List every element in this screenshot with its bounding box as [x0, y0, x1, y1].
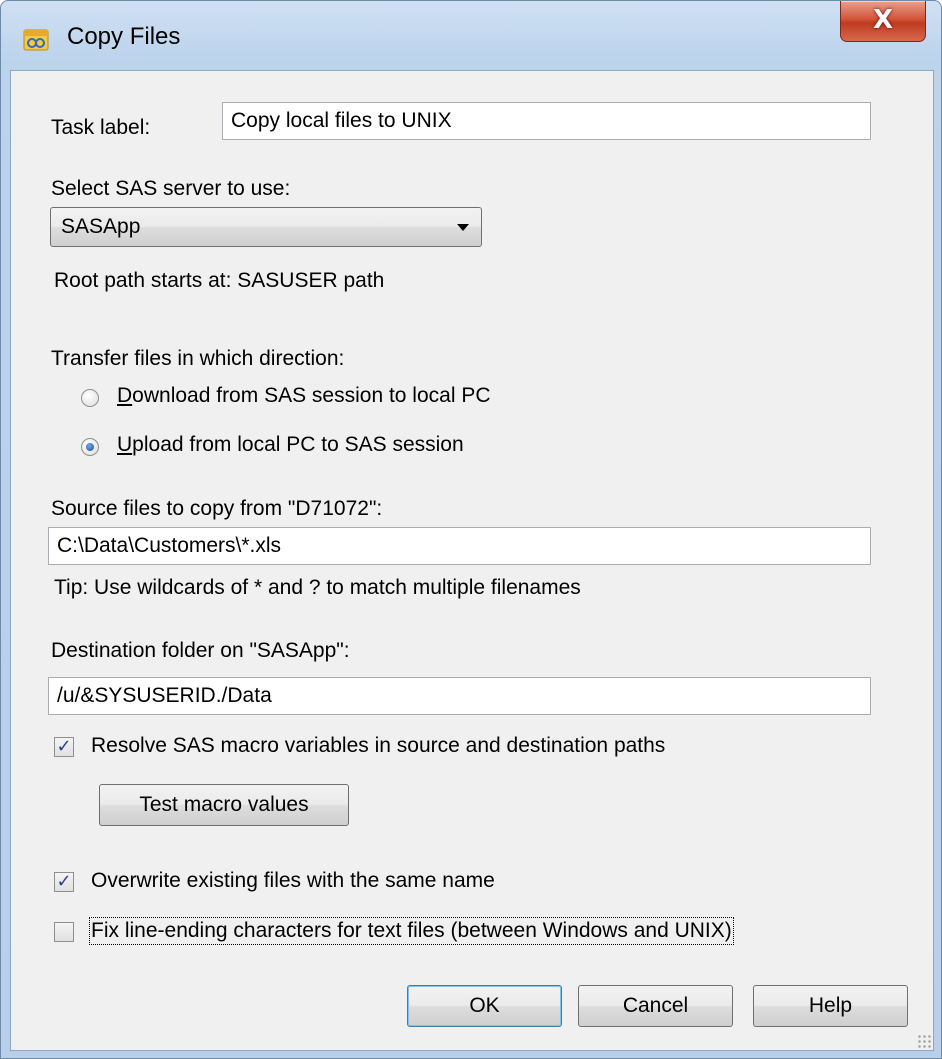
- window-title: Copy Files: [67, 23, 181, 50]
- overwrite-checkbox[interactable]: ✓: [54, 872, 74, 892]
- server-label: Select SAS server to use:: [51, 177, 291, 200]
- close-button[interactable]: X: [840, 1, 926, 42]
- source-label: Source files to copy from "D71072":: [51, 497, 383, 520]
- ok-button[interactable]: OK: [407, 985, 562, 1027]
- fix-line-endings-checkbox[interactable]: [54, 922, 74, 942]
- copy-files-dialog: Copy Files X Task label: Copy local file…: [0, 0, 942, 1059]
- destination-label: Destination folder on "SASApp":: [51, 639, 350, 662]
- help-button[interactable]: Help: [753, 985, 908, 1027]
- radio-upload-label[interactable]: Upload from local PC to SAS session: [117, 433, 464, 457]
- fix-line-endings-label[interactable]: Fix line-ending characters for text file…: [89, 917, 734, 945]
- direction-label: Transfer files in which direction:: [51, 347, 345, 370]
- radio-download-label[interactable]: Download from SAS session to local PC: [117, 384, 491, 408]
- resolve-macros-label[interactable]: Resolve SAS macro variables in source an…: [91, 734, 665, 758]
- test-macro-values-button[interactable]: Test macro values: [99, 784, 349, 826]
- resize-grip-icon[interactable]: [917, 1034, 931, 1048]
- wildcard-tip: Tip: Use wildcards of * and ? to match m…: [54, 576, 581, 599]
- server-select[interactable]: SASApp: [50, 207, 482, 247]
- title-bar[interactable]: Copy Files X: [1, 1, 941, 73]
- dialog-body: Task label: Copy local files to UNIX Sel…: [10, 70, 934, 1051]
- task-label-input[interactable]: Copy local files to UNIX: [222, 102, 871, 140]
- cancel-button[interactable]: Cancel: [578, 985, 733, 1027]
- resolve-macros-checkbox[interactable]: ✓: [54, 737, 74, 757]
- server-selected-value: SASApp: [61, 215, 141, 238]
- source-files-input[interactable]: C:\Data\Customers\*.xls: [48, 527, 871, 565]
- root-path-note: Root path starts at: SASUSER path: [54, 269, 385, 292]
- destination-folder-input[interactable]: /u/&SYSUSERID./Data: [48, 677, 871, 715]
- chevron-down-icon: [457, 224, 469, 231]
- task-label-caption: Task label:: [51, 116, 151, 139]
- overwrite-label[interactable]: Overwrite existing files with the same n…: [91, 869, 495, 893]
- radio-upload-button[interactable]: [81, 438, 99, 456]
- close-icon: X: [872, 5, 894, 35]
- sas-app-icon: [23, 29, 49, 51]
- radio-download-button[interactable]: [81, 389, 99, 407]
